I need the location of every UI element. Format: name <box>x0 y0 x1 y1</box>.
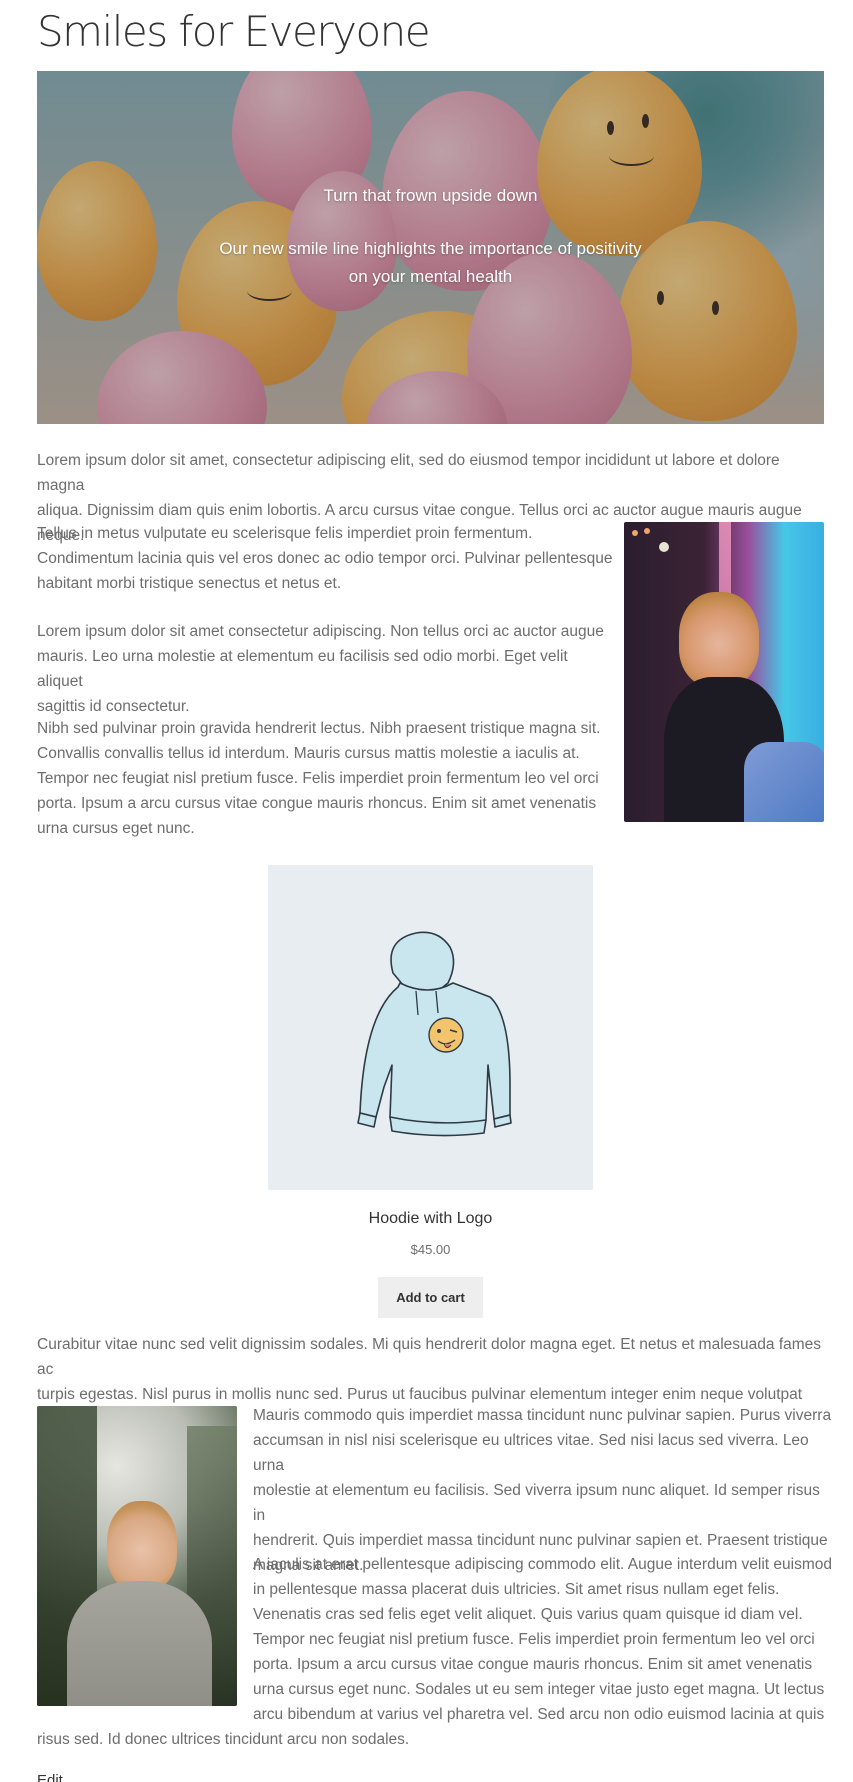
add-to-cart-button[interactable]: Add to cart <box>378 1277 483 1318</box>
paragraph-line: Curabitur vitae nunc sed velit dignissim… <box>37 1336 822 1378</box>
paragraph-7: A iaculis at erat pellentesque adipiscin… <box>253 1552 833 1727</box>
woman-photo <box>624 522 824 822</box>
paragraph-line: Nibh sed pulvinar proin gravida hendreri… <box>37 720 601 737</box>
paragraph-line: urna cursus eget nunc. Sodales ut eu sem… <box>253 1681 825 1698</box>
paragraph-line: Condimentum lacinia quis vel eros donec … <box>37 550 613 567</box>
paragraph-2: Tellus in metus vulputate eu scelerisque… <box>37 521 617 596</box>
paragraph-line: arcu bibendum at varius vel pharetra vel… <box>253 1706 825 1723</box>
hero-subheading-line: on your mental health <box>348 267 513 286</box>
paragraph-line: urna cursus eget nunc. <box>37 820 195 837</box>
product-price: $45.00 <box>410 1242 451 1257</box>
paragraph-line: porta. Ipsum a arcu cursus vitae congue … <box>37 795 597 812</box>
paragraph-line: Tellus in metus vulputate eu scelerisque… <box>37 525 533 542</box>
hero-cover: Turn that frown upside down Our new smil… <box>37 71 824 424</box>
paragraph-7-last-line: risus sed. Id donec ultrices tincidunt a… <box>37 1731 410 1748</box>
paragraph-line: Mauris commodo quis imperdiet massa tinc… <box>253 1407 832 1424</box>
hero-heading: Turn that frown upside down <box>323 186 538 205</box>
paragraph-line: Tempor nec feugiat nisl pretium fusce. F… <box>253 1631 815 1648</box>
paragraph-line: in pellentesque massa placerat duis ultr… <box>253 1581 780 1598</box>
paragraph-line: porta. Ipsum a arcu cursus vitae congue … <box>253 1656 813 1673</box>
hoodie-icon <box>357 931 512 1137</box>
paragraph-line: Tempor nec feugiat nisl pretium fusce. F… <box>37 770 599 787</box>
hero-subheading-line: Our new smile line highlights the import… <box>219 239 642 258</box>
edit-link[interactable]: Edit <box>37 1772 63 1782</box>
paragraph-3: Lorem ipsum dolor sit amet consectetur a… <box>37 619 617 719</box>
paragraph-line: Lorem ipsum dolor sit amet, consectetur … <box>37 452 780 494</box>
paragraph-line: hendrerit. Quis imperdiet massa tincidun… <box>253 1532 828 1549</box>
hero-subheading: Our new smile line highlights the import… <box>37 235 824 291</box>
paragraph-line: Lorem ipsum dolor sit amet consectetur a… <box>37 623 604 640</box>
man-photo <box>37 1406 237 1706</box>
paragraph-line: accumsan in nisl nisi scelerisque eu ult… <box>253 1432 809 1474</box>
paragraph-line: habitant morbi tristique senectus et net… <box>37 575 342 592</box>
paragraph-line: Venenatis cras sed felis eget velit aliq… <box>253 1606 803 1623</box>
page-title: Smiles for Everyone <box>37 7 431 56</box>
paragraph-line: A iaculis at erat pellentesque adipiscin… <box>253 1556 832 1573</box>
paragraph-line: mauris. Leo urna molestie at elementum e… <box>37 648 568 690</box>
paragraph-4: Nibh sed pulvinar proin gravida hendreri… <box>37 716 617 841</box>
paragraph-line: molestie at elementum eu facilisis. Sed … <box>253 1482 820 1524</box>
product-title[interactable]: Hoodie with Logo <box>268 1210 593 1228</box>
paragraph-line: Convallis convallis tellus id interdum. … <box>37 745 580 762</box>
product-image[interactable] <box>268 865 593 1190</box>
